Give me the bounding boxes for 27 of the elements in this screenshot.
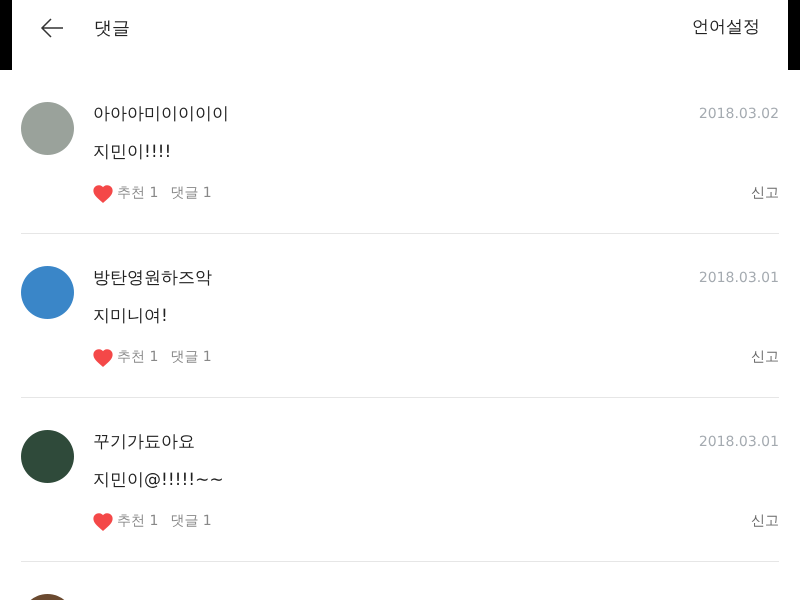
comment-text: 지민이@!!!!!~~ [93,468,225,492]
report-button[interactable]: 신고 [751,183,779,204]
recommend-count[interactable]: 추천 1 [117,183,158,204]
comment-date: 2018.03.02 [698,105,779,124]
report-button[interactable]: 신고 [751,347,779,368]
author-name: 꾸기가됴아요 [93,431,195,454]
reply-count[interactable]: 댓글 1 [170,183,212,204]
report-button[interactable]: 신고 [751,511,779,532]
heart-icon[interactable] [93,512,113,530]
reply-count[interactable]: 댓글 1 [170,511,212,532]
recommend-count[interactable]: 추천 1 [117,347,158,368]
language-settings-button[interactable]: 언어설정 [692,15,760,41]
page-title: 댓글 [94,16,130,40]
comment-text: 지민이!!!! [93,140,172,164]
author-name: 아아아미이이이이 [93,103,229,126]
comment-date: 2018.03.01 [698,269,779,288]
recommend-count[interactable]: 추천 1 [117,511,158,532]
comment-text: 지미니여! [93,304,169,328]
back-arrow-icon[interactable] [40,18,64,38]
screen-edge-bar [0,0,12,70]
heart-icon[interactable] [93,184,113,202]
avatar-photo-placeholder [21,430,74,483]
reply-count[interactable]: 댓글 1 [170,347,212,368]
author-name: 방탄영원하즈악 [93,267,212,290]
screen-edge-bar [788,0,800,70]
comment-date: 2018.03.01 [698,433,779,452]
heart-icon[interactable] [93,348,113,366]
